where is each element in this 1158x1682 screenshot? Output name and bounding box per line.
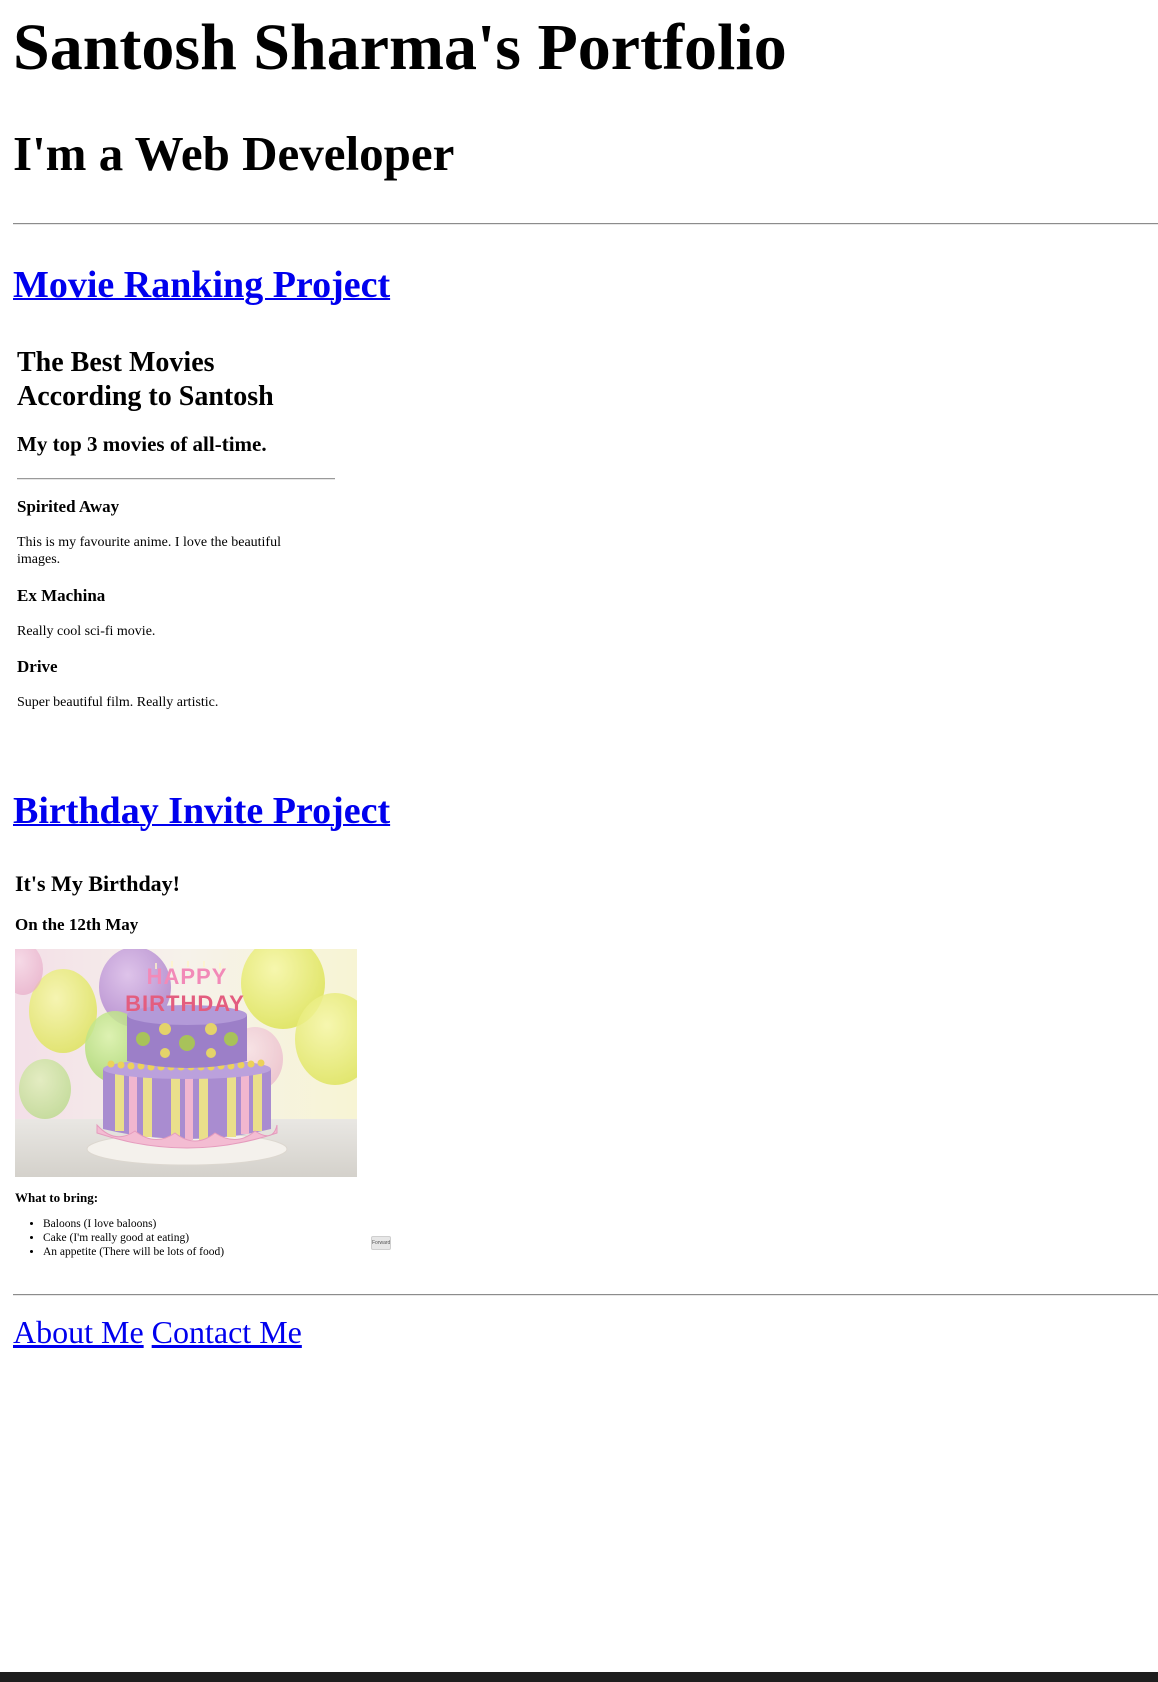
footer-nav: About Me Contact Me — [13, 1310, 302, 1354]
cake-text-top: HAPPY — [147, 964, 228, 989]
portfolio-page: Santosh Sharma's Portfolio I'm a Web Dev… — [0, 0, 1158, 1682]
movie-name: Spirited Away — [17, 497, 120, 516]
birthday-project-link[interactable]: Birthday Invite Project — [13, 786, 390, 836]
movie-project-link[interactable]: Movie Ranking Project — [13, 260, 390, 310]
movie-divider — [17, 478, 335, 480]
about-me-link[interactable]: About Me — [13, 1314, 144, 1350]
movie-name: Drive — [17, 657, 58, 676]
movie-description: This is my favourite anime. I love the b… — [17, 535, 281, 567]
birthday-invite-preview: It's My Birthday! On the 12th May HAPPY … — [13, 868, 393, 1268]
list-item: Cake (I'm really good at eating) — [43, 1231, 224, 1245]
birthday-cake-image: HAPPY BIRTHDAY — [15, 949, 357, 1177]
list-item: Baloons (I love baloons) — [43, 1217, 224, 1231]
birthday-title: It's My Birthday! — [15, 871, 180, 896]
contact-me-link[interactable]: Contact Me — [152, 1314, 302, 1350]
page-title: Santosh Sharma's Portfolio — [13, 11, 787, 84]
movie-description: Really cool sci-fi movie. — [17, 624, 156, 639]
movie-ranking-preview: The Best Movies According to Santosh My … — [13, 340, 343, 720]
list-item: An appetite (There will be lots of food) — [43, 1245, 224, 1259]
birthday-date: On the 12th May — [15, 915, 139, 934]
bottom-divider — [13, 1294, 1158, 1296]
top-divider — [13, 223, 1158, 225]
movie-description: Super beautiful film. Really artistic. — [17, 695, 219, 710]
page-subtitle: I'm a Web Developer — [13, 126, 455, 181]
cake-text-bottom: BIRTHDAY — [125, 991, 245, 1016]
movie-title: The Best Movies According to Santosh — [17, 347, 274, 412]
bottom-bar — [0, 1672, 1158, 1682]
bring-list: Baloons (I love baloons) Cake (I'm reall… — [15, 1217, 224, 1259]
movie-subtitle: My top 3 movies of all-time. — [17, 432, 267, 456]
bring-heading: What to bring: — [15, 1190, 99, 1205]
movie-name: Ex Machina — [17, 586, 106, 605]
forward-button[interactable]: Forward — [371, 1236, 391, 1250]
